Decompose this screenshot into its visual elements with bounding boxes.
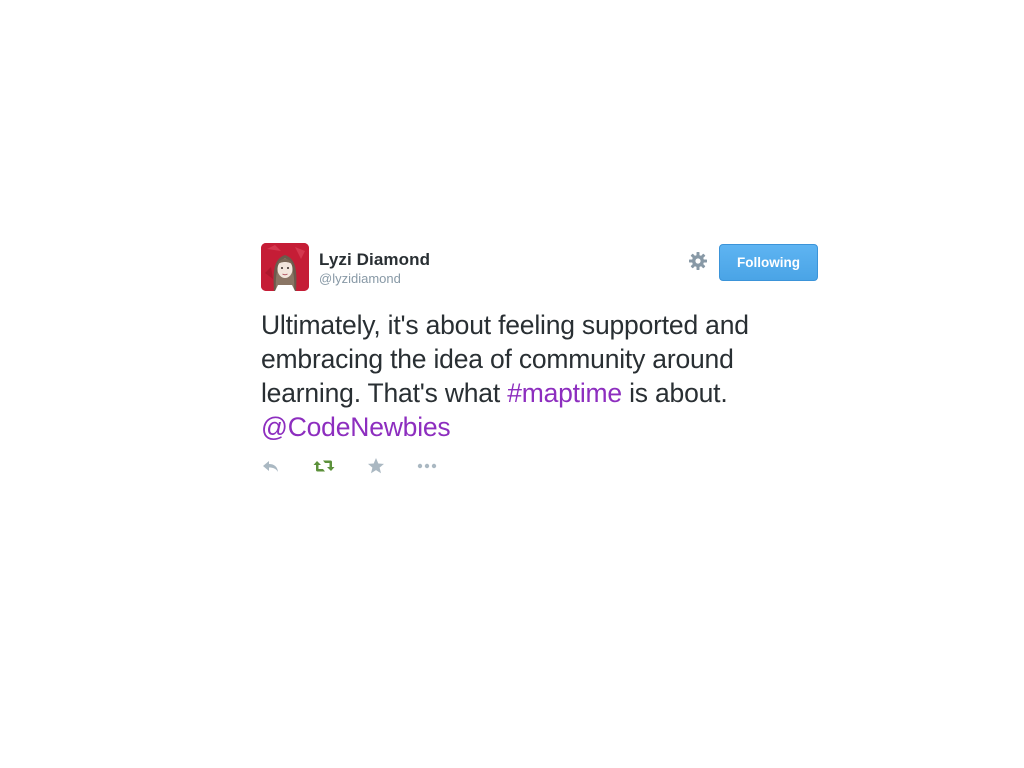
more-dots-icon[interactable] (416, 456, 440, 476)
favorite-star-icon[interactable] (366, 456, 390, 476)
author-display-name[interactable]: Lyzi Diamond (319, 250, 430, 270)
gear-icon[interactable] (688, 251, 708, 271)
avatar[interactable] (261, 243, 309, 291)
reply-icon[interactable] (261, 456, 285, 476)
mention-link[interactable]: @CodeNewbies (261, 412, 451, 442)
avatar-illustration (261, 243, 309, 291)
tweet-text-part2: is about. (621, 378, 728, 408)
author-names: Lyzi Diamond @lyzidiamond (319, 250, 430, 287)
author-username[interactable]: @lyzidiamond (319, 271, 430, 287)
retweet-icon[interactable] (313, 456, 337, 476)
tweet-card: Lyzi Diamond @lyzidiamond Following Ulti… (261, 243, 821, 478)
tweet-actions (261, 456, 821, 478)
tweet-header: Lyzi Diamond @lyzidiamond Following (261, 243, 821, 293)
following-button[interactable]: Following (719, 244, 818, 281)
hashtag-link[interactable]: #maptime (507, 378, 622, 408)
tweet-text: Ultimately, it's about feeling supported… (261, 308, 821, 444)
